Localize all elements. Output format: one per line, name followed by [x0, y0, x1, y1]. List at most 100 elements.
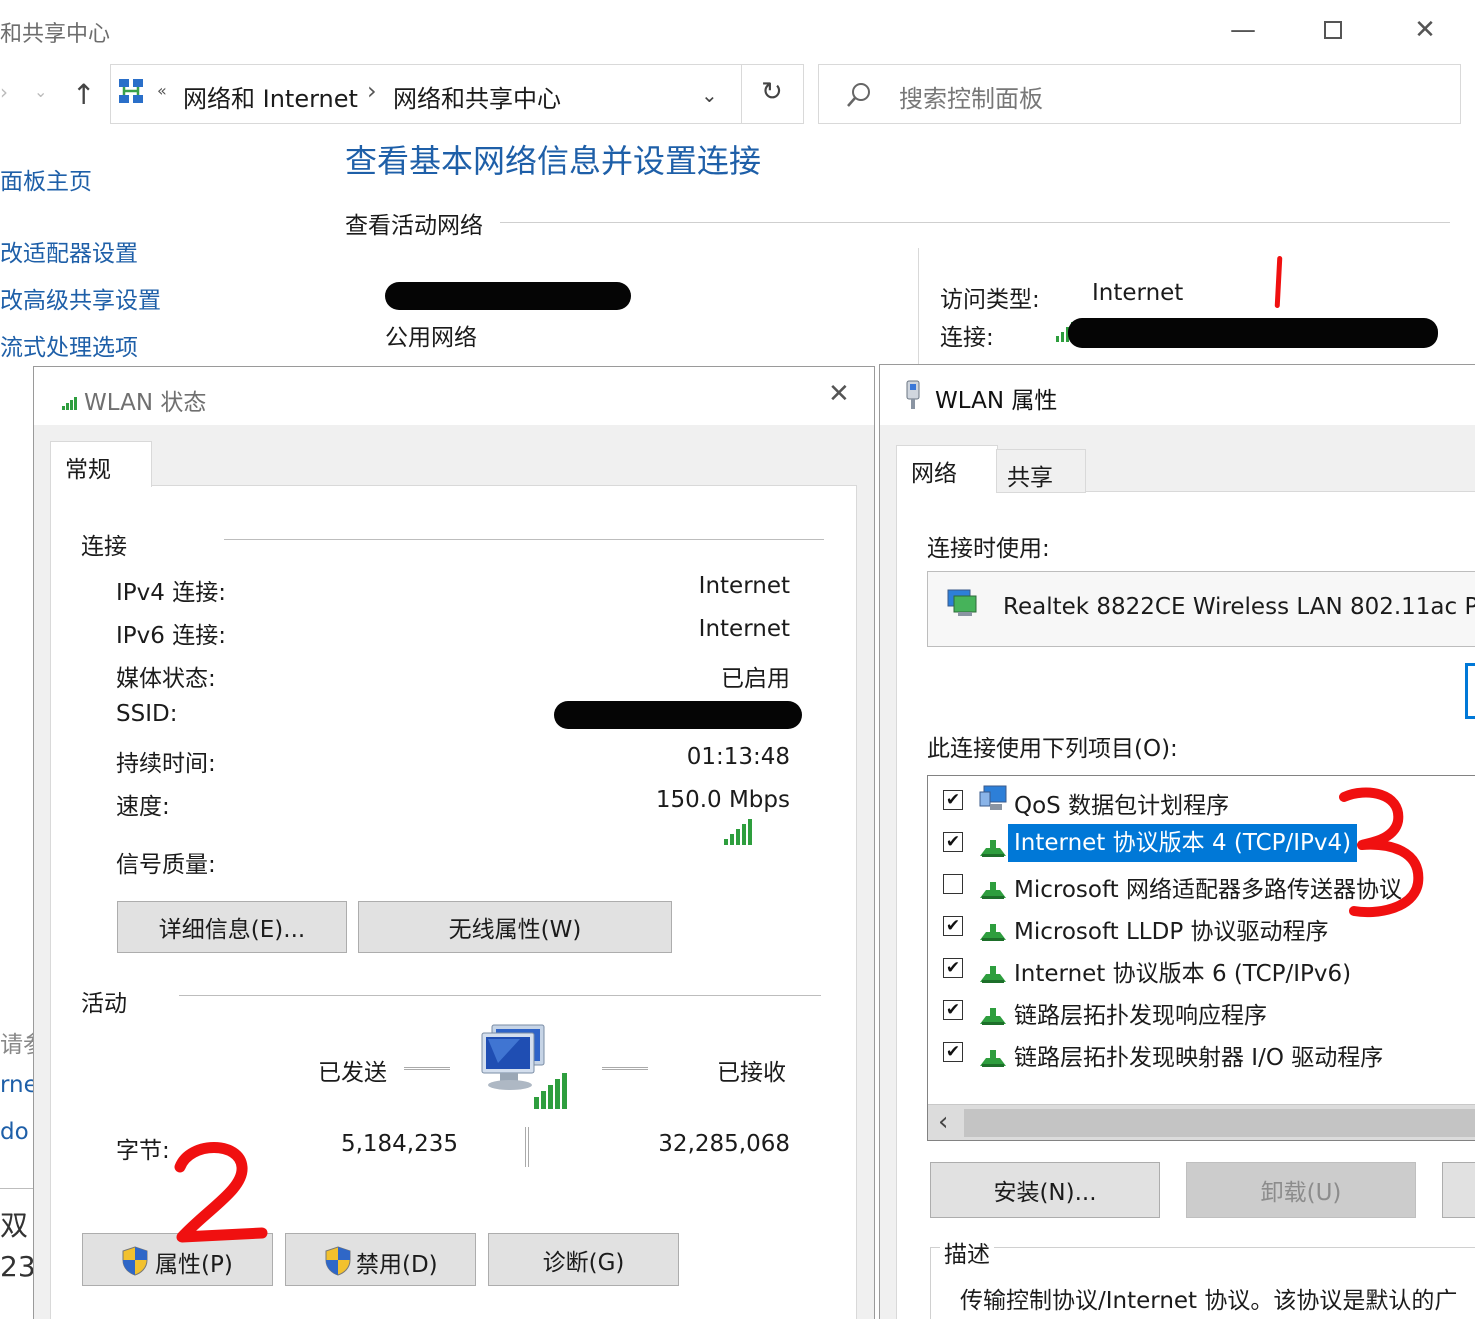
scroll-left-icon[interactable]: ‹ — [938, 1107, 948, 1137]
item-label-lltd-mapper[interactable]: 链路层拓扑发现映射器 I/O 驱动程序 — [1014, 1038, 1383, 1072]
protocol-icon — [978, 918, 1008, 946]
wlan-status-dialog: WLAN 状态 ✕ 常规 连接 IPv4 连接: Internet IPv6 连… — [33, 366, 875, 1319]
signal-bar — [736, 829, 740, 845]
protocol-icon — [978, 960, 1008, 988]
breadcrumb-network-internet[interactable]: 网络和 Internet — [183, 79, 358, 114]
connection-group-rule — [224, 539, 824, 540]
item-label-ipv4[interactable]: Internet 协议版本 4 (TCP/IPv4) — [1008, 824, 1358, 862]
left-fragment-4: 双 — [0, 1209, 29, 1242]
horizontal-scrollbar[interactable]: ‹ — [928, 1104, 1475, 1140]
item-properties-button[interactable] — [1442, 1162, 1475, 1218]
page-title: 查看基本网络信息并设置连接 — [345, 142, 762, 180]
minimize-icon[interactable]: — — [1220, 8, 1266, 52]
diagnose-button[interactable]: 诊断(G) — [488, 1233, 679, 1286]
item-checkbox-multiplexor[interactable] — [943, 874, 963, 894]
install-button[interactable]: 安装(N)... — [930, 1162, 1160, 1218]
item-checkbox-ipv4[interactable]: ✔ — [943, 832, 963, 852]
ipv4-label: IPv4 连接: — [116, 580, 226, 606]
details-button[interactable]: 详细信息(E)... — [117, 901, 347, 953]
recent-dropdown-icon[interactable]: ⌄ — [34, 82, 47, 101]
windows-firewall-fragment[interactable]: do — [0, 1119, 29, 1145]
item-label-qos[interactable]: QoS 数据包计划程序 — [1014, 786, 1229, 820]
tab-network-label: 网络 — [911, 461, 957, 487]
speed-label: 速度: — [116, 794, 170, 820]
bytes-received-value: 32,285,068 — [658, 1131, 790, 1157]
active-networks-label: 查看活动网络 — [345, 213, 483, 239]
sent-label: 已发送 — [318, 1060, 387, 1086]
access-type-label: 访问类型: — [940, 287, 1040, 313]
breadcrumb-sharing-center[interactable]: 网络和共享中心 — [393, 79, 561, 114]
protocol-icon — [978, 1002, 1008, 1030]
adapter-settings-link[interactable]: 改适配器设置 — [0, 234, 138, 268]
access-type-value: Internet — [1092, 280, 1184, 306]
control-panel-home-link[interactable]: 面板主页 — [0, 162, 92, 196]
signal-bar — [742, 824, 746, 845]
breadcrumb-separator: › — [367, 77, 377, 105]
redacted-ssid — [554, 701, 802, 729]
item-checkbox-ipv6[interactable]: ✔ — [943, 958, 963, 978]
ipv4-value: Internet — [698, 573, 790, 599]
bytes-sent-value: 5,184,235 — [340, 1131, 458, 1157]
configure-button[interactable] — [1465, 663, 1475, 719]
qos-scheduler-icon — [978, 784, 1010, 818]
received-label: 已接收 — [717, 1060, 786, 1086]
media-state-label: 媒体状态: — [116, 666, 216, 692]
uninstall-button[interactable]: 卸载(U) — [1186, 1162, 1416, 1218]
redacted-network-name — [385, 282, 631, 310]
tab-general[interactable]: 常规 — [50, 441, 152, 487]
ssid-label: SSID: — [116, 701, 178, 727]
window-title: 和共享中心 — [0, 22, 111, 47]
adapter-box: Realtek 8822CE Wireless LAN 802.11ac P — [927, 571, 1475, 647]
uac-shield-icon — [324, 1246, 352, 1282]
redacted-connection-name[interactable] — [1068, 318, 1438, 348]
status-close-icon[interactable]: ✕ — [828, 379, 850, 409]
up-arrow-icon[interactable]: ↑ — [72, 78, 95, 111]
network-type: 公用网络 — [385, 325, 477, 351]
close-icon[interactable]: ✕ — [1402, 8, 1448, 52]
breadcrumb-overflow[interactable]: « — [157, 81, 167, 100]
annotation-1 — [1274, 255, 1283, 309]
protocol-icon — [978, 876, 1008, 904]
refresh-icon[interactable]: ↻ — [761, 77, 783, 107]
wlan-properties-dialog: WLAN 属性 网络 共享 连接时使用: Realtek 8822CE Wire… — [879, 364, 1475, 1319]
advanced-sharing-link[interactable]: 改高级共享设置 — [0, 281, 161, 315]
items-label: 此连接使用下列项目(O): — [927, 736, 1178, 762]
address-bar[interactable]: « 网络和 Internet › 网络和共享中心 ⌄ ↻ — [110, 64, 804, 124]
signal-bars-icon — [722, 817, 754, 849]
search-box[interactable]: 搜索控制面板 — [818, 64, 1461, 124]
signal-bar — [730, 834, 734, 845]
bytes-divider — [525, 1127, 529, 1167]
activity-group-label: 活动 — [81, 991, 127, 1017]
info-divider — [918, 248, 919, 364]
item-checkbox-lltd-responder[interactable]: ✔ — [943, 1000, 963, 1020]
tab-network[interactable]: 网络 — [896, 445, 998, 493]
tab-sharing-label: 共享 — [1007, 465, 1053, 491]
tab-sharing[interactable]: 共享 — [996, 449, 1086, 493]
disable-button[interactable]: 禁用(D) — [285, 1233, 476, 1286]
item-checkbox-qos[interactable]: ✔ — [943, 790, 963, 810]
address-dropdown-icon[interactable]: ⌄ — [701, 83, 718, 107]
annotation-3 — [1336, 785, 1428, 925]
annotation-2 — [168, 1137, 268, 1251]
search-icon — [845, 81, 873, 113]
item-label-lldp[interactable]: Microsoft LLDP 协议驱动程序 — [1014, 912, 1329, 946]
connect-using-label: 连接时使用: — [927, 536, 1050, 562]
item-checkbox-lldp[interactable]: ✔ — [943, 916, 963, 936]
item-label-ipv6[interactable]: Internet 协议版本 6 (TCP/IPv6) — [1014, 954, 1351, 988]
speed-value: 150.0 Mbps — [655, 787, 790, 813]
adapter-icon — [946, 586, 978, 622]
forward-icon[interactable]: › — [0, 80, 8, 104]
scroll-thumb[interactable] — [964, 1109, 1475, 1137]
sent-line — [404, 1067, 450, 1070]
search-input[interactable]: 搜索控制面板 — [899, 79, 1043, 114]
item-checkbox-lltd-mapper[interactable]: ✔ — [943, 1042, 963, 1062]
wlan-signal-icon — [62, 395, 80, 414]
media-streaming-link[interactable]: 流式处理选项 — [0, 328, 138, 362]
maximize-icon[interactable] — [1310, 8, 1356, 52]
item-label-lltd-responder[interactable]: 链路层拓扑发现响应程序 — [1014, 996, 1267, 1030]
wireless-properties-button[interactable]: 无线属性(W) — [358, 901, 672, 953]
connection-label: 连接: — [940, 325, 994, 351]
network-adapter-icon — [902, 379, 924, 415]
description-text: 传输控制协议/Internet 协议。该协议是默认的广 — [960, 1288, 1458, 1314]
ipv6-value: Internet — [698, 616, 790, 642]
